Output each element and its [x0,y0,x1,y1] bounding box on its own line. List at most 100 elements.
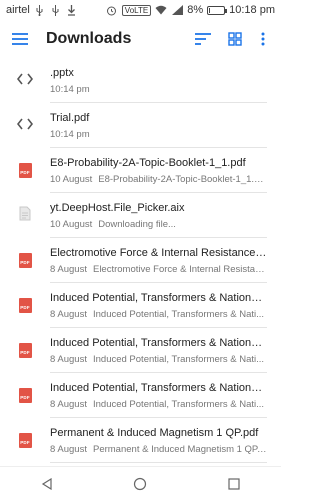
pdf-icon: PDF [18,163,32,178]
pdf-icon: PDF [18,253,32,268]
file-detail: Electromotive Force & Internal Resistan.… [92,263,267,275]
file-meta: 10:14 pm [50,84,267,96]
file-detail: Induced Potential, Transformers & Nati..… [92,308,265,320]
file-row[interactable]: PDF Induced Potential, Transformers & Nat… [0,328,281,373]
battery-icon [207,5,228,15]
file-text: Trial.pdf 10:14 pm [50,111,281,141]
file-row[interactable]: Trial.pdf 10:14 pm [0,103,281,148]
home-button[interactable] [120,467,160,500]
page-title: Downloads [46,30,132,47]
file-detail: Induced Potential, Transformers & Nati..… [92,398,265,410]
sort-icon [195,33,211,45]
download-icon [66,4,78,16]
alarm-icon [106,4,118,16]
pdf-icon: PDF [18,298,32,313]
usb-debug-icon [50,4,62,16]
pdf-icon: PDF [18,433,32,448]
file-date: 8 August [50,308,87,320]
file-meta: 8 August Induced Potential, Transformers … [50,399,267,411]
menu-button[interactable] [0,20,40,58]
carrier-name: airtel [6,4,30,16]
file-meta: 8 August Induced Potential, Transformers … [50,354,267,366]
signal-icon [171,4,183,16]
file-date: 8 August [50,263,87,275]
code-icon [16,72,34,90]
usb-icon [34,4,46,16]
file-icon-cell: PDF [0,253,50,268]
file-row[interactable]: PDF Permanent & Induced Magnetism 1 QP.pd… [0,418,281,463]
grid-view-button[interactable] [221,20,249,58]
file-name: Induced Potential, Transformers & Nation… [50,336,267,349]
file-detail: Downloading file... [98,218,176,230]
file-date: 8 August [50,443,87,455]
status-bar: airtel VoLTE 8% 10:18 pm [0,0,281,20]
wifi-icon [155,4,167,16]
file-name: yt.DeepHost.File_Picker.aix [50,201,185,214]
file-date: 10 August [50,173,93,185]
file-row[interactable]: .pptx 10:14 pm [0,58,281,103]
back-button[interactable] [27,467,67,500]
file-row[interactable]: yt.DeepHost.File_Picker.aix 10 August Down… [0,193,281,238]
file-meta: 10:14 pm [50,129,267,141]
file-date: 8 August [50,398,87,410]
file-icon-cell [0,206,50,226]
file-name: .pptx [50,66,74,79]
pdf-icon: PDF [18,343,32,358]
file-date: 10 August [50,218,93,230]
file-icon-cell: PDF [0,433,50,448]
file-date: 10:14 pm [50,83,90,95]
file-name: Trial.pdf [50,111,90,124]
file-icon-cell: PDF [0,163,50,178]
file-detail: Induced Potential, Transformers & Nati..… [92,353,265,365]
app-toolbar: Downloads [0,20,281,58]
file-icon-cell: PDF [0,343,50,358]
volte-badge: VoLTE [121,4,152,16]
file-meta: 10 August Downloading file... [50,219,267,231]
recents-square-icon [228,477,240,490]
file-date: 10:14 pm [50,128,90,140]
more-options-button[interactable] [249,20,277,58]
back-triangle-icon [41,477,52,490]
file-text: .pptx 10:14 pm [50,66,281,96]
file-meta: 10 August E8-Probability-2A-Topic-Booklet… [50,174,267,186]
file-name: Electromotive Force & Internal Resistanc… [50,246,267,259]
file-meta: 8 August Electromotive Force & Internal R… [50,264,267,276]
file-icon-cell: PDF [0,388,50,403]
code-icon [16,117,34,135]
file-icon-cell: PDF [0,298,50,313]
status-bar-left: airtel [6,4,78,16]
sort-button[interactable] [189,20,217,58]
hamburger-icon [12,33,28,45]
file-row[interactable]: PDF E8-Probability-2A-Topic-Booklet-1_1.p… [0,148,281,193]
battery-percent: 8% [187,4,204,16]
file-name: Permanent & Induced Magnetism 1 QP.pdf [50,426,259,439]
file-name: Induced Potential, Transformers & Nation… [50,381,267,394]
system-nav-bar [0,466,281,500]
status-bar-right: VoLTE 8% 10:18 pm [106,4,275,16]
file-date: 8 August [50,353,87,365]
pdf-icon: PDF [18,388,32,403]
file-text: Permanent & Induced Magnetism 1 QP.pdf 8 … [50,426,281,456]
file-text: yt.DeepHost.File_Picker.aix 10 August Down… [50,201,281,231]
file-meta: 8 August Permanent & Induced Magnetism 1 … [50,444,267,456]
file-row[interactable]: PDF Induced Potential, Transformers & Nat… [0,373,281,418]
recents-button[interactable] [214,467,254,500]
file-row[interactable]: PDF Induced Potential, Transformers & Nat… [0,283,281,328]
file-name: E8-Probability-2A-Topic-Booklet-1_1.pdf [50,156,246,169]
file-list: .pptx 10:14 pm Trial.pdf 10:14 pm PDF E8-Prob… [0,58,281,466]
grid-icon [228,32,242,46]
file-name: Induced Potential, Transformers & Nation… [50,291,267,304]
file-icon [19,206,31,226]
file-meta: 8 August Induced Potential, Transformers … [50,309,267,321]
file-row[interactable]: PDF Electromotive Force & Internal Resist… [0,238,281,283]
file-text: E8-Probability-2A-Topic-Booklet-1_1.pdf 1… [50,156,281,186]
file-text: Induced Potential, Transformers & Nation… [50,291,281,321]
file-detail: E8-Probability-2A-Topic-Booklet-1_1.pdf [98,173,267,185]
more-vert-icon [261,32,265,46]
file-text: Electromotive Force & Internal Resistanc… [50,246,281,276]
home-circle-icon [134,477,147,490]
file-icon-cell [0,72,50,90]
clock: 10:18 pm [229,4,275,16]
file-icon-cell [0,117,50,135]
file-detail: Permanent & Induced Magnetism 1 QP.pdf [92,443,267,455]
